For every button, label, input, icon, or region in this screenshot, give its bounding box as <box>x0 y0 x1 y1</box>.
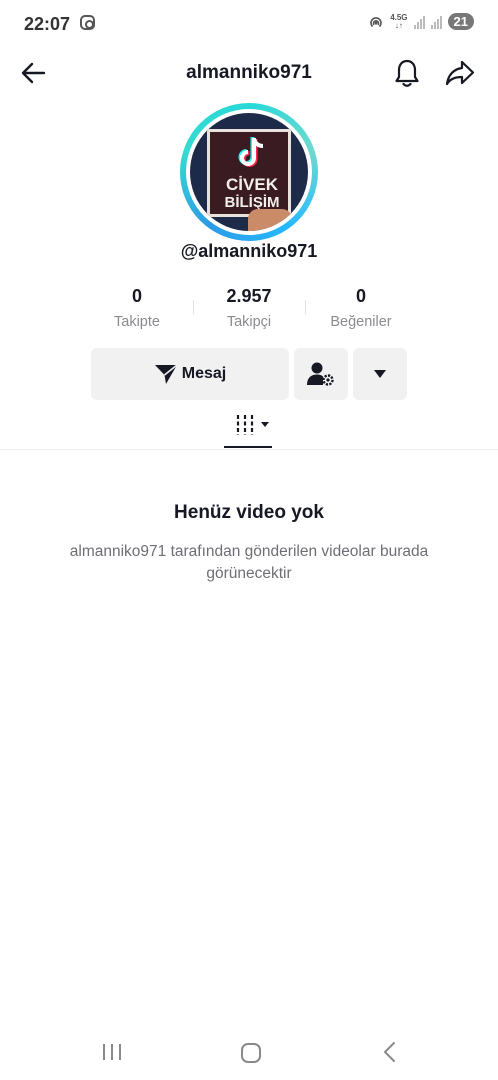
hotspot-icon <box>370 16 382 27</box>
avatar-sign: CİVEK BİLİŞİM <box>207 129 291 217</box>
network-type: 4.5G ↓↑ <box>390 12 408 30</box>
bell-icon[interactable] <box>392 57 422 89</box>
tab-divider <box>0 449 498 450</box>
empty-state-title: Henüz video yok <box>174 502 324 523</box>
status-time: 22:07 <box>24 14 71 34</box>
share-icon[interactable] <box>444 58 476 88</box>
stat-following-label: Takipte <box>114 314 160 330</box>
stat-likes-label: Beğeniler <box>330 314 392 330</box>
profile-handle: @almanniko971 <box>180 241 318 261</box>
empty-state-subtitle: almanniko971 tarafından gönderilen video… <box>69 543 429 582</box>
stat-following[interactable]: 0 Takipte <box>82 285 192 330</box>
signal-bars-icon <box>413 15 425 29</box>
stat-followers-label: Takipçi <box>226 314 272 330</box>
caret-down-icon <box>374 370 386 378</box>
signal-bars-2-icon <box>430 15 442 29</box>
status-indicators: 4.5G ↓↑ 21 <box>368 13 474 30</box>
more-options-dropdown[interactable] <box>353 348 407 400</box>
battery-level: 21 <box>447 13 474 30</box>
avatar-text-line2: BİLİŞİM <box>224 194 280 211</box>
page-title: almanniko971 <box>186 62 312 83</box>
stat-likes[interactable]: 0 Beğeniler <box>306 285 416 330</box>
tiktok-logo-icon <box>238 137 264 167</box>
user-settings-icon <box>307 362 334 386</box>
avatar-hand <box>248 209 292 231</box>
message-button[interactable]: Mesaj <box>91 348 289 400</box>
home-icon[interactable] <box>240 1042 262 1064</box>
recent-apps-icon[interactable] <box>100 1042 124 1062</box>
avatar-text-line1: CİVEK <box>226 175 278 194</box>
stat-following-value: 0 <box>131 286 142 306</box>
stat-likes-value: 0 <box>355 286 366 306</box>
message-button-label: Mesaj <box>181 365 227 382</box>
videos-grid-tab-icon[interactable] <box>234 412 272 438</box>
avatar[interactable]: CİVEK BİLİŞİM <box>190 113 308 231</box>
stat-followers-value: 2.957 <box>226 286 272 306</box>
send-icon <box>154 364 178 384</box>
nav-back-icon[interactable] <box>380 1041 400 1063</box>
tab-active-indicator <box>224 446 272 448</box>
instagram-notification-icon <box>80 15 95 30</box>
follow-settings-button[interactable] <box>294 348 348 400</box>
stat-followers[interactable]: 2.957 Takipçi <box>194 285 304 330</box>
